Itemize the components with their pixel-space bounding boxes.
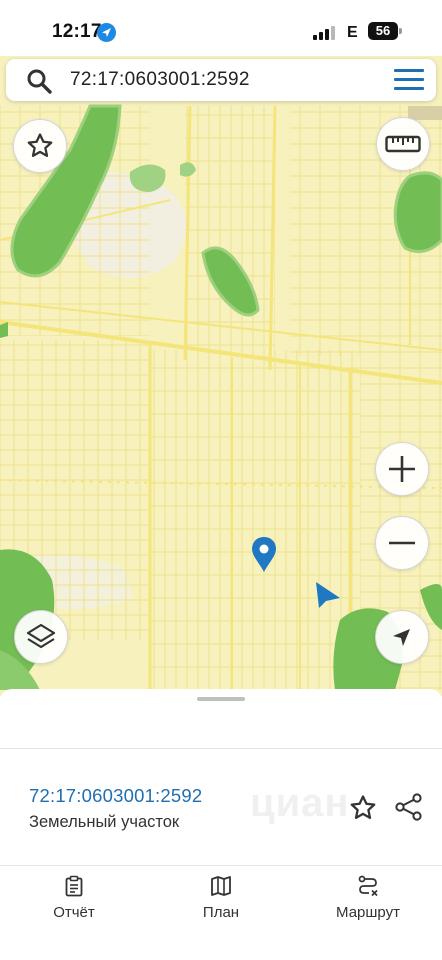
nav-route[interactable]: Маршрут (308, 875, 428, 935)
divider (0, 865, 442, 866)
plus-icon (389, 456, 415, 482)
nav-report[interactable]: Отчёт (14, 875, 134, 935)
nav-plan-label: План (202, 904, 240, 921)
search-input[interactable] (70, 64, 370, 96)
location-services-icon (97, 23, 116, 42)
map-icon (211, 876, 231, 896)
nav-report-label: Отчёт (53, 904, 95, 921)
star-icon[interactable] (348, 793, 378, 823)
watermark: циан (250, 781, 350, 825)
ruler-icon (385, 135, 421, 153)
search-bar[interactable] (6, 59, 436, 101)
navigation-arrow-icon (393, 629, 410, 646)
parcel-type: Земельный участок (29, 813, 180, 831)
bottom-navigation: Отчёт План Маршрут (0, 867, 442, 960)
star-icon (27, 133, 53, 157)
layers-button[interactable] (14, 610, 68, 664)
nav-plan[interactable]: План (161, 875, 281, 935)
minus-icon (389, 541, 415, 545)
menu-icon[interactable] (392, 69, 426, 91)
divider (0, 748, 442, 749)
my-location-button[interactable] (375, 610, 429, 664)
status-time: 12:17 (52, 21, 102, 42)
bottom-sheet[interactable]: циан 72:17:0603001:2592 Земельный участо… (0, 689, 442, 960)
share-icon[interactable] (394, 792, 424, 822)
zoom-in-button[interactable] (375, 442, 429, 496)
favorite-button[interactable] (13, 119, 67, 173)
status-bar: 12:17 E 56 (0, 0, 442, 56)
battery-cap (399, 28, 402, 34)
nav-route-label: Маршрут (336, 904, 400, 921)
network-type: E (347, 24, 358, 41)
layers-icon (26, 623, 56, 649)
cellular-signal-icon (313, 26, 335, 40)
sheet-drag-handle[interactable] (197, 697, 245, 701)
route-icon (358, 875, 378, 897)
clipboard-icon (65, 875, 83, 897)
zoom-out-button[interactable] (375, 516, 429, 570)
search-icon[interactable] (26, 68, 52, 94)
parcel-cadastral-number[interactable]: 72:17:0603001:2592 (29, 785, 202, 807)
battery-level: 56 (368, 22, 398, 40)
ruler-button[interactable] (376, 117, 430, 171)
